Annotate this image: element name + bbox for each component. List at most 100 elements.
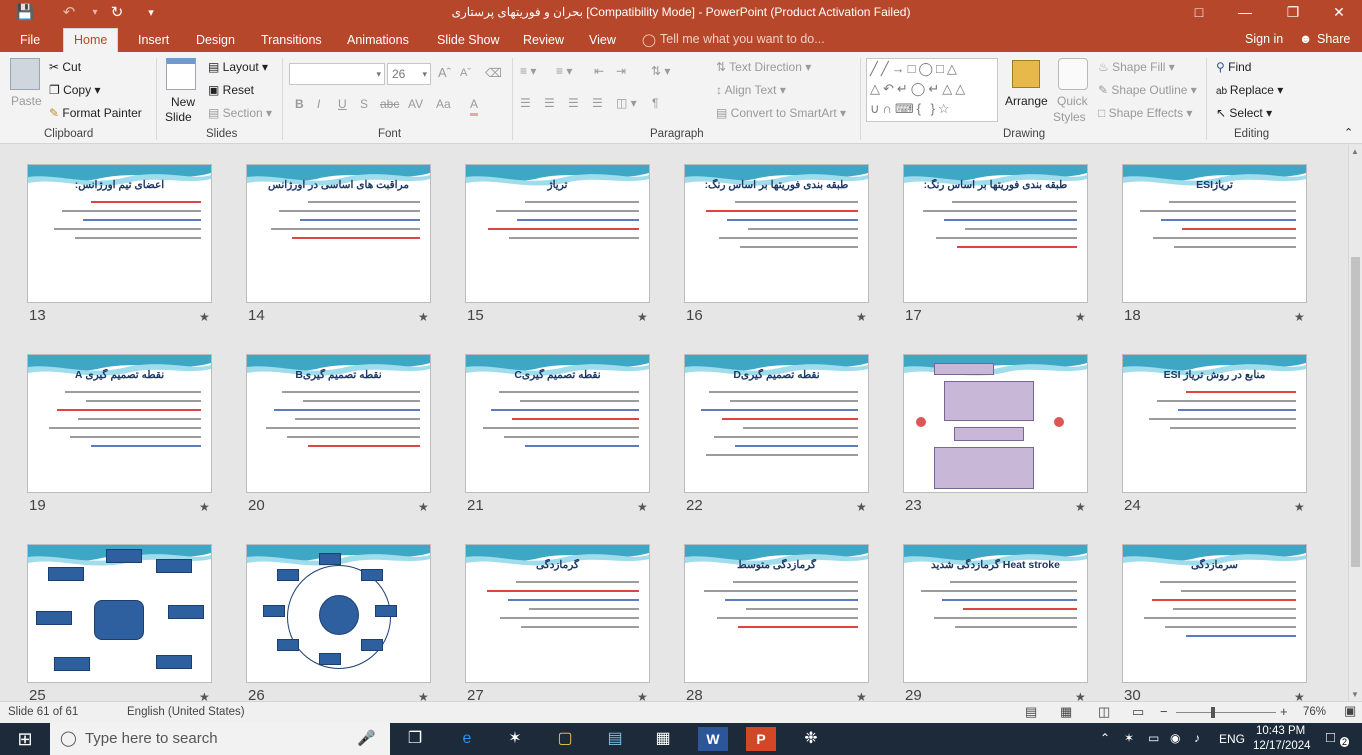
- layout-button[interactable]: ▤ Layout ▾: [208, 58, 268, 76]
- increase-indent-icon[interactable]: ⇥: [616, 62, 626, 80]
- paste-icon[interactable]: [10, 58, 40, 90]
- clear-formatting-icon[interactable]: ⌫: [485, 64, 502, 82]
- slide-thumbnail[interactable]: تریاژ: [465, 164, 650, 303]
- transition-star-icon[interactable]: ★: [418, 690, 429, 701]
- slide-thumbnail[interactable]: Heat stroke گرمازدگی شدید: [903, 544, 1088, 683]
- battery-icon[interactable]: ▭: [1148, 731, 1159, 745]
- zoom-level[interactable]: 76%: [1303, 706, 1326, 718]
- shape-outline-button[interactable]: ✎ Shape Outline ▾: [1098, 81, 1197, 99]
- transition-star-icon[interactable]: ★: [637, 500, 648, 514]
- sign-in-link[interactable]: Sign in: [1245, 32, 1283, 46]
- transition-star-icon[interactable]: ★: [1075, 500, 1086, 514]
- transition-star-icon[interactable]: ★: [856, 310, 867, 324]
- clock-date[interactable]: 12/17/2024: [1253, 740, 1311, 752]
- transition-star-icon[interactable]: ★: [1075, 690, 1086, 701]
- tab-design[interactable]: Design: [194, 30, 237, 52]
- slide-thumbnail[interactable]: نقطه تصمیم گیریD: [684, 354, 869, 493]
- slide-thumbnail[interactable]: گرمازدگی: [465, 544, 650, 683]
- zoom-in-icon[interactable]: +: [1280, 704, 1288, 719]
- font-name-box[interactable]: ▾: [289, 63, 385, 85]
- section-button[interactable]: ▤ Section ▾: [208, 104, 272, 122]
- close-button[interactable]: ✕: [1316, 0, 1362, 26]
- shape-effects-button[interactable]: □ Shape Effects ▾: [1098, 104, 1192, 122]
- calculator-icon[interactable]: ▦: [648, 727, 678, 751]
- tab-insert[interactable]: Insert: [136, 30, 171, 52]
- scroll-thumb[interactable]: [1351, 257, 1360, 567]
- format-painter-button[interactable]: ✎ Format Painter: [49, 104, 142, 122]
- tab-home[interactable]: Home: [63, 28, 119, 52]
- slide-sorter-view-icon[interactable]: ▦: [1060, 704, 1072, 720]
- paste-button[interactable]: Paste: [11, 92, 42, 110]
- tab-animations[interactable]: Animations: [345, 30, 411, 52]
- tab-slide-show[interactable]: Slide Show: [435, 30, 502, 52]
- transition-star-icon[interactable]: ★: [199, 310, 210, 324]
- quick-styles-label2[interactable]: Styles: [1053, 108, 1086, 126]
- find-button[interactable]: ⚲ Find: [1216, 58, 1251, 76]
- transition-star-icon[interactable]: ★: [856, 500, 867, 514]
- slide-thumbnail[interactable]: منابع در روش تریاژ ESI: [1122, 354, 1307, 493]
- new-slide-label2[interactable]: Slide: [165, 108, 192, 126]
- align-center-icon[interactable]: ☰: [544, 94, 555, 112]
- slide-thumbnail[interactable]: نقطه تصمیم گیری A: [27, 354, 212, 493]
- minimize-button[interactable]: —: [1222, 0, 1268, 26]
- slide-thumbnail[interactable]: طبقه بندی فوریتها بر اساس رنگ:: [684, 164, 869, 303]
- vertical-scrollbar[interactable]: ▲ ▼: [1348, 145, 1362, 701]
- scroll-up-icon[interactable]: ▲: [1351, 147, 1359, 156]
- align-text-button[interactable]: ↕ Align Text ▾: [716, 81, 786, 99]
- slide-thumbnail[interactable]: سرمازدگی: [1122, 544, 1307, 683]
- slide-thumbnail[interactable]: [246, 544, 431, 683]
- transition-star-icon[interactable]: ★: [637, 690, 648, 701]
- convert-smartart-button[interactable]: ▤ Convert to SmartArt ▾: [716, 104, 846, 122]
- align-right-icon[interactable]: ☰: [568, 94, 579, 112]
- restore-button[interactable]: ❐: [1270, 0, 1316, 26]
- file-explorer-icon[interactable]: ▢: [550, 727, 580, 751]
- language-status[interactable]: English (United States): [127, 706, 245, 718]
- transition-star-icon[interactable]: ★: [199, 690, 210, 701]
- transition-star-icon[interactable]: ★: [856, 690, 867, 701]
- transition-star-icon[interactable]: ★: [1294, 500, 1305, 514]
- transition-star-icon[interactable]: ★: [199, 500, 210, 514]
- tab-review[interactable]: Review: [521, 30, 566, 52]
- zoom-slider[interactable]: [1176, 712, 1276, 713]
- slide-thumbnail[interactable]: [903, 354, 1088, 493]
- quick-styles-icon[interactable]: [1058, 58, 1088, 90]
- underline-icon[interactable]: U: [338, 95, 347, 113]
- columns-icon[interactable]: ◫ ▾: [616, 94, 637, 112]
- taskbar-search[interactable]: ◯ Type here to search 🎤: [50, 723, 390, 755]
- transition-star-icon[interactable]: ★: [1075, 310, 1086, 324]
- tray-bluetooth-icon[interactable]: ✶: [1124, 731, 1134, 745]
- tab-view[interactable]: View: [587, 30, 618, 52]
- replace-button[interactable]: ab Replace ▾: [1216, 81, 1283, 101]
- powerpoint-icon[interactable]: P: [746, 727, 776, 751]
- collapse-ribbon-icon[interactable]: ⌃: [1344, 124, 1353, 142]
- bullets-icon[interactable]: ≡ ▾: [520, 62, 536, 80]
- justify-icon[interactable]: ☰: [592, 94, 603, 112]
- paint-icon[interactable]: ❉: [796, 727, 826, 751]
- tray-chevron-icon[interactable]: ⌃: [1100, 731, 1110, 745]
- new-slide-icon[interactable]: [166, 58, 196, 90]
- shape-fill-button[interactable]: ♨ Shape Fill ▾: [1098, 58, 1175, 76]
- numbering-icon[interactable]: ≡ ▾: [556, 62, 572, 80]
- decrease-indent-icon[interactable]: ⇤: [594, 62, 604, 80]
- shadow-icon[interactable]: S: [360, 95, 368, 113]
- tab-transitions[interactable]: Transitions: [259, 30, 324, 52]
- text-direction-button[interactable]: ⇅ Text Direction ▾: [716, 58, 811, 76]
- clock-time[interactable]: 10:43 PM: [1256, 725, 1305, 737]
- shrink-font-icon[interactable]: Aˇ: [460, 64, 471, 82]
- copy-button[interactable]: ❐ Copy ▾: [49, 81, 100, 99]
- slide-thumbnail[interactable]: مراقبت های اساسی در اورژانس: [246, 164, 431, 303]
- italic-icon[interactable]: I: [317, 95, 320, 113]
- char-spacing-icon[interactable]: AV: [408, 95, 423, 113]
- arrange-button[interactable]: Arrange: [1005, 92, 1048, 110]
- transition-star-icon[interactable]: ★: [418, 500, 429, 514]
- share-button[interactable]: Share: [1317, 32, 1350, 46]
- normal-view-icon[interactable]: ▤: [1025, 704, 1037, 720]
- zoom-slider-thumb[interactable]: [1211, 707, 1215, 718]
- tell-me-box[interactable]: Tell me what you want to do...: [660, 32, 825, 46]
- select-button[interactable]: ↖ Select ▾: [1216, 104, 1272, 122]
- windows-start-icon[interactable]: ⊞: [10, 727, 40, 751]
- slide-thumbnail[interactable]: اعضای تیم اورژانس:: [27, 164, 212, 303]
- reading-view-icon[interactable]: ◫: [1098, 704, 1110, 720]
- zoom-out-icon[interactable]: −: [1160, 704, 1168, 719]
- reset-button[interactable]: ▣ Reset: [208, 81, 254, 99]
